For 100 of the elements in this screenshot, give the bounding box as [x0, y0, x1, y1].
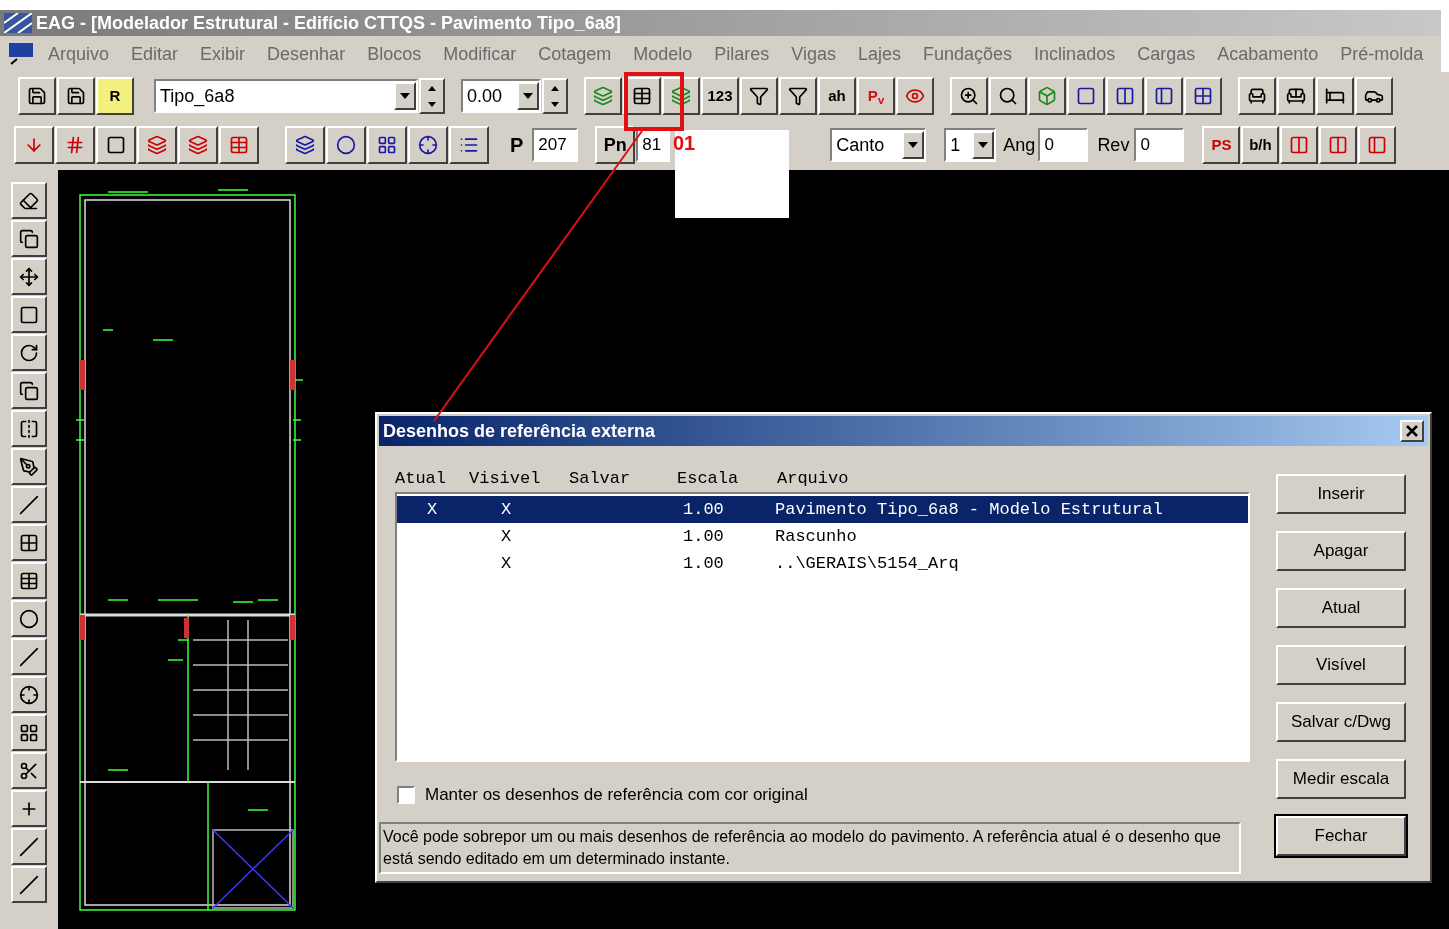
pn-button[interactable]: Pn — [595, 126, 636, 164]
toolbar-text-button[interactable]: 123 — [701, 77, 739, 115]
rotate-button[interactable] — [11, 334, 47, 371]
chair-icon — [1247, 86, 1267, 106]
crosshair-button[interactable] — [408, 126, 448, 164]
menu-item[interactable]: Lajes — [858, 40, 902, 68]
panel-icon — [1154, 86, 1174, 106]
dialog-button[interactable]: Apagar — [1276, 531, 1406, 571]
zoom-button[interactable] — [950, 77, 988, 115]
eraser-button[interactable] — [11, 182, 47, 219]
menu-item[interactable]: Arquivo — [48, 40, 110, 68]
menu-item[interactable]: Pré-molda — [1340, 40, 1424, 68]
spin-control[interactable] — [542, 78, 568, 114]
grid-icon — [377, 135, 397, 155]
dialog-button[interactable]: Salvar c/Dwg — [1276, 702, 1406, 742]
dropdown-field[interactable]: Tipo_6a8 — [154, 79, 418, 113]
input-field[interactable]: 207 — [532, 128, 579, 162]
dialog-button[interactable]: Atual — [1276, 588, 1406, 628]
dropdown-arrow-icon — [978, 142, 989, 148]
grid-button[interactable] — [11, 524, 47, 561]
toolbar-text-button[interactable]: P$_{v}$ — [857, 77, 895, 115]
dropdown-field[interactable]: Canto — [830, 128, 927, 162]
frame-button[interactable] — [96, 126, 136, 164]
ang-label: Ang — [1003, 133, 1036, 157]
move-button[interactable] — [11, 258, 47, 295]
menu-item[interactable]: Blocos — [367, 40, 422, 68]
layers-button[interactable] — [584, 77, 622, 115]
list-button[interactable] — [449, 126, 489, 164]
close-button[interactable] — [1400, 420, 1424, 442]
chair-button[interactable] — [1238, 77, 1276, 115]
circle-button[interactable] — [11, 600, 47, 637]
list-row[interactable]: X 1.00 ..\GERAIS\5154_Arq — [397, 550, 1248, 577]
stack-button[interactable] — [178, 126, 218, 164]
scissors-button[interactable] — [11, 752, 47, 789]
close-icon — [1406, 425, 1418, 437]
cross-button[interactable] — [11, 790, 47, 827]
bed-button[interactable] — [1316, 77, 1354, 115]
mirror-button[interactable] — [11, 410, 47, 447]
grid-button[interactable] — [1184, 77, 1222, 115]
dropdown-arrow-icon — [400, 93, 410, 99]
toolbar-text-button[interactable]: b/h — [1241, 126, 1280, 164]
menu-item[interactable]: Vigas — [791, 40, 836, 68]
square-button[interactable] — [1067, 77, 1105, 115]
dialog-title: Desenhos de referência externa — [383, 419, 656, 443]
lines-button[interactable] — [11, 486, 47, 523]
arrow-down-button[interactable] — [14, 126, 54, 164]
document-icon — [8, 42, 34, 66]
list-row[interactable]: X 1.00 Rascunho — [397, 523, 1248, 550]
stack-button[interactable] — [137, 126, 177, 164]
foundation-button[interactable] — [55, 126, 95, 164]
car-button[interactable] — [1355, 77, 1393, 115]
dialog-button[interactable]: Inserir — [1276, 474, 1406, 514]
column-header: Visivel — [469, 468, 542, 491]
p-label: P — [510, 133, 524, 158]
menu-item[interactable]: Exibir — [200, 40, 246, 68]
lines-icon — [19, 494, 39, 515]
annotation-label: 01 — [673, 133, 696, 153]
toolbar-text-button[interactable]: PS — [1202, 126, 1241, 164]
menu-item[interactable]: Modificar — [443, 40, 517, 68]
menu-item[interactable]: Cotagem — [538, 40, 612, 68]
save-button[interactable] — [57, 77, 95, 115]
dialog-button[interactable]: Fechar — [1276, 816, 1406, 856]
dialog-button[interactable]: Visível — [1276, 645, 1406, 685]
up-arrow-icon — [428, 85, 436, 91]
columns-button[interactable] — [1106, 77, 1144, 115]
table-cell-text: X — [426, 498, 439, 521]
grid-button[interactable] — [367, 126, 407, 164]
cube-button[interactable] — [1028, 77, 1066, 115]
input-field[interactable]: 0 — [1038, 128, 1089, 162]
rev-label: Rev — [1097, 133, 1130, 157]
dialog-button[interactable]: Medir escala — [1276, 759, 1406, 799]
panel-button[interactable] — [1145, 77, 1183, 115]
menu-item[interactable]: Acabamento — [1217, 40, 1319, 68]
menu-item[interactable]: Inclinados — [1034, 40, 1116, 68]
search-button[interactable] — [989, 77, 1027, 115]
circle-button[interactable] — [326, 126, 366, 164]
pen-button[interactable] — [11, 448, 47, 485]
column-header: Arquivo — [777, 468, 849, 491]
menu-item[interactable]: Pilares — [714, 40, 770, 68]
toolbar-text-button[interactable]: ah — [818, 77, 856, 115]
dropdown-field[interactable]: 0.00 — [461, 79, 541, 113]
menu-item[interactable]: Cargas — [1137, 40, 1196, 68]
menu-item[interactable]: Desenhar — [267, 40, 346, 68]
menu-item[interactable]: Editar — [131, 40, 179, 68]
list-row[interactable]: X X 1.00 Pavimento Tipo_6a8 - Modelo Estrutural — [397, 496, 1248, 523]
crosshair-button[interactable] — [11, 676, 47, 713]
frame-icon — [106, 135, 126, 155]
checkbox[interactable] — [397, 785, 415, 804]
input-field[interactable]: 0 — [1134, 128, 1185, 162]
copy-button[interactable] — [11, 220, 47, 257]
menu-item[interactable]: Fundações — [923, 40, 1013, 68]
spin-control[interactable] — [419, 78, 445, 114]
corner-button[interactable] — [1358, 126, 1397, 164]
filter-button[interactable] — [740, 77, 778, 115]
dropdown-field[interactable]: 1 — [944, 128, 997, 162]
save-button[interactable] — [18, 77, 56, 115]
file-list[interactable]: X X 1.00 Pavimento Tipo_6a8 - Modelo Estrutural X 1.00 Rascunho X 1.00 ..\GERAIS\5154_Arq — [395, 492, 1250, 762]
menu-item[interactable]: Modelo — [633, 40, 693, 68]
diagonal-button[interactable] — [11, 866, 47, 903]
toolbar-text-button[interactable]: R — [96, 77, 134, 115]
